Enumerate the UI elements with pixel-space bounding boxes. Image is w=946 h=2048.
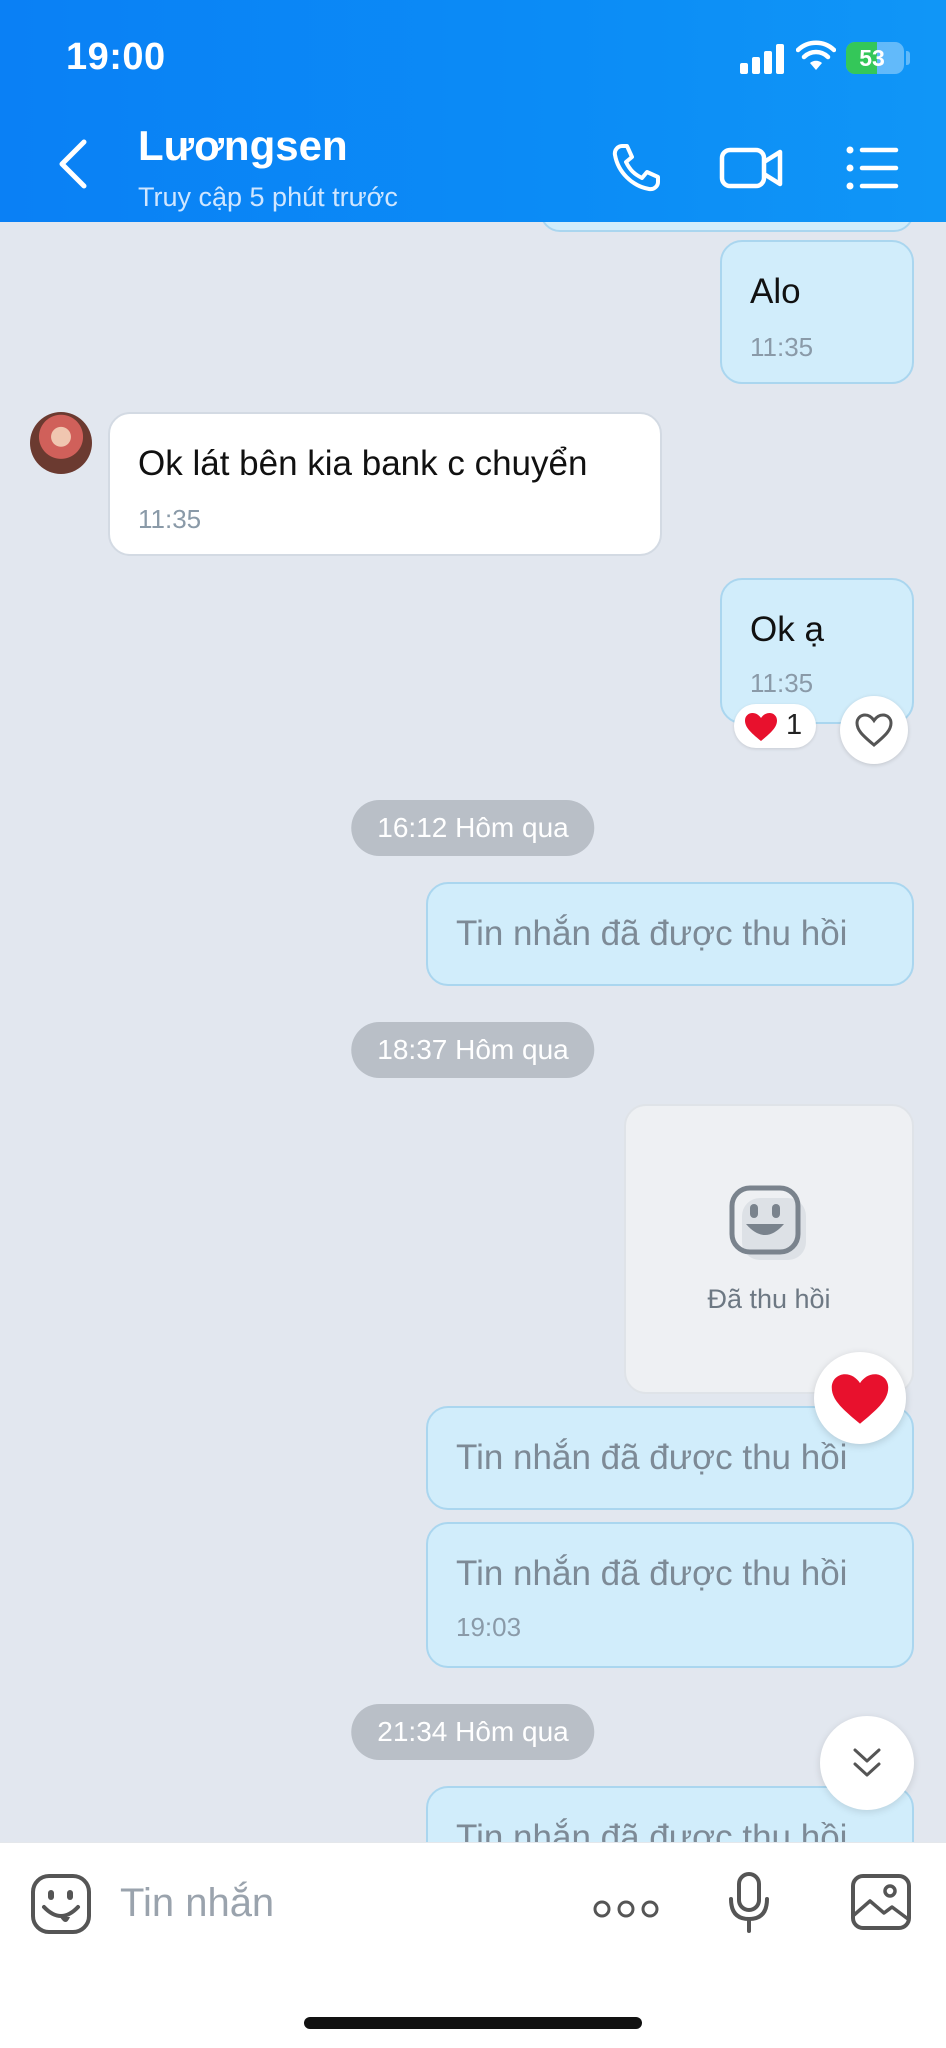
recalled-message-bubble[interactable]: Tin nhắn đã được thu hồi 19:03 <box>426 1522 914 1668</box>
chat-header: 19:00 53 Lươngsen Truy cập 5 phút trước <box>0 0 946 222</box>
contact-avatar[interactable] <box>30 412 92 474</box>
menu-list-icon[interactable] <box>842 140 902 196</box>
date-separator: 21:34 Hôm qua <box>351 1704 595 1760</box>
recalled-label: Đã thu hồi <box>707 1284 831 1314</box>
message-text: Ok ạ <box>750 610 824 649</box>
cellular-signal-icon <box>740 44 786 74</box>
message-list[interactable]: Alo 11:35 Ok lát bên kia bank c chuyển 1… <box>0 222 946 1842</box>
message-input-bar: Tin nhắn <box>0 1842 946 2048</box>
status-time: 19:00 <box>66 36 166 78</box>
message-time: 11:35 <box>750 668 814 698</box>
reaction-count: 1 <box>786 709 803 741</box>
message-bubble-incoming[interactable]: Ok lát bên kia bank c chuyển 11:35 <box>108 412 662 556</box>
message-bubble-partial[interactable] <box>540 222 914 232</box>
double-chevron-down-icon <box>853 1748 881 1777</box>
battery-icon: 53 <box>846 42 904 74</box>
heart-reaction-icon <box>745 713 777 741</box>
date-separator: 16:12 Hôm qua <box>351 800 595 856</box>
scroll-to-bottom-button[interactable] <box>820 1716 914 1810</box>
recalled-message-bubble[interactable]: Tin nhắn đã được thu hồi <box>426 882 914 986</box>
heart-outline-icon <box>855 713 893 747</box>
message-time: 11:35 <box>750 332 814 362</box>
home-indicator <box>304 2017 642 2029</box>
last-seen-status: Truy cập 5 phút trước <box>138 182 398 212</box>
heart-icon <box>831 1374 889 1424</box>
message-time: 11:35 <box>138 504 202 534</box>
wifi-icon <box>796 40 836 70</box>
image-gallery-icon[interactable] <box>850 1873 912 1931</box>
recalled-media-bubble[interactable]: Đã thu hồi <box>624 1104 914 1394</box>
contact-name[interactable]: Lươngsen <box>138 122 348 170</box>
microphone-icon[interactable] <box>726 1871 772 1935</box>
message-text: Ok lát bên kia bank c chuyển <box>138 444 588 483</box>
message-text: Tin nhắn đã được thu hồi <box>456 1818 848 1842</box>
message-text: Alo <box>750 272 801 311</box>
message-input[interactable]: Tin nhắn <box>120 1881 274 1926</box>
video-call-icon[interactable] <box>718 140 784 196</box>
message-bubble-outgoing[interactable]: Alo 11:35 <box>720 240 914 384</box>
message-text: Tin nhắn đã được thu hồi <box>456 1554 848 1593</box>
message-time: 19:03 <box>456 1612 522 1642</box>
message-text: Tin nhắn đã được thu hồi <box>456 1438 848 1477</box>
react-button[interactable] <box>840 696 908 764</box>
more-options-icon[interactable] <box>592 1897 660 1921</box>
phone-icon[interactable] <box>608 140 668 196</box>
back-icon[interactable] <box>50 136 98 192</box>
message-text: Tin nhắn đã được thu hồi <box>456 914 848 953</box>
emoji-sticker-icon[interactable] <box>30 1873 92 1935</box>
smiley-sticker-icon <box>729 1185 806 1260</box>
battery-cap <box>906 51 910 65</box>
date-separator: 18:37 Hôm qua <box>351 1022 595 1078</box>
reaction-chip[interactable]: 1 <box>734 704 816 748</box>
quick-heart-button[interactable] <box>814 1352 906 1444</box>
battery-level: 53 <box>859 45 885 71</box>
